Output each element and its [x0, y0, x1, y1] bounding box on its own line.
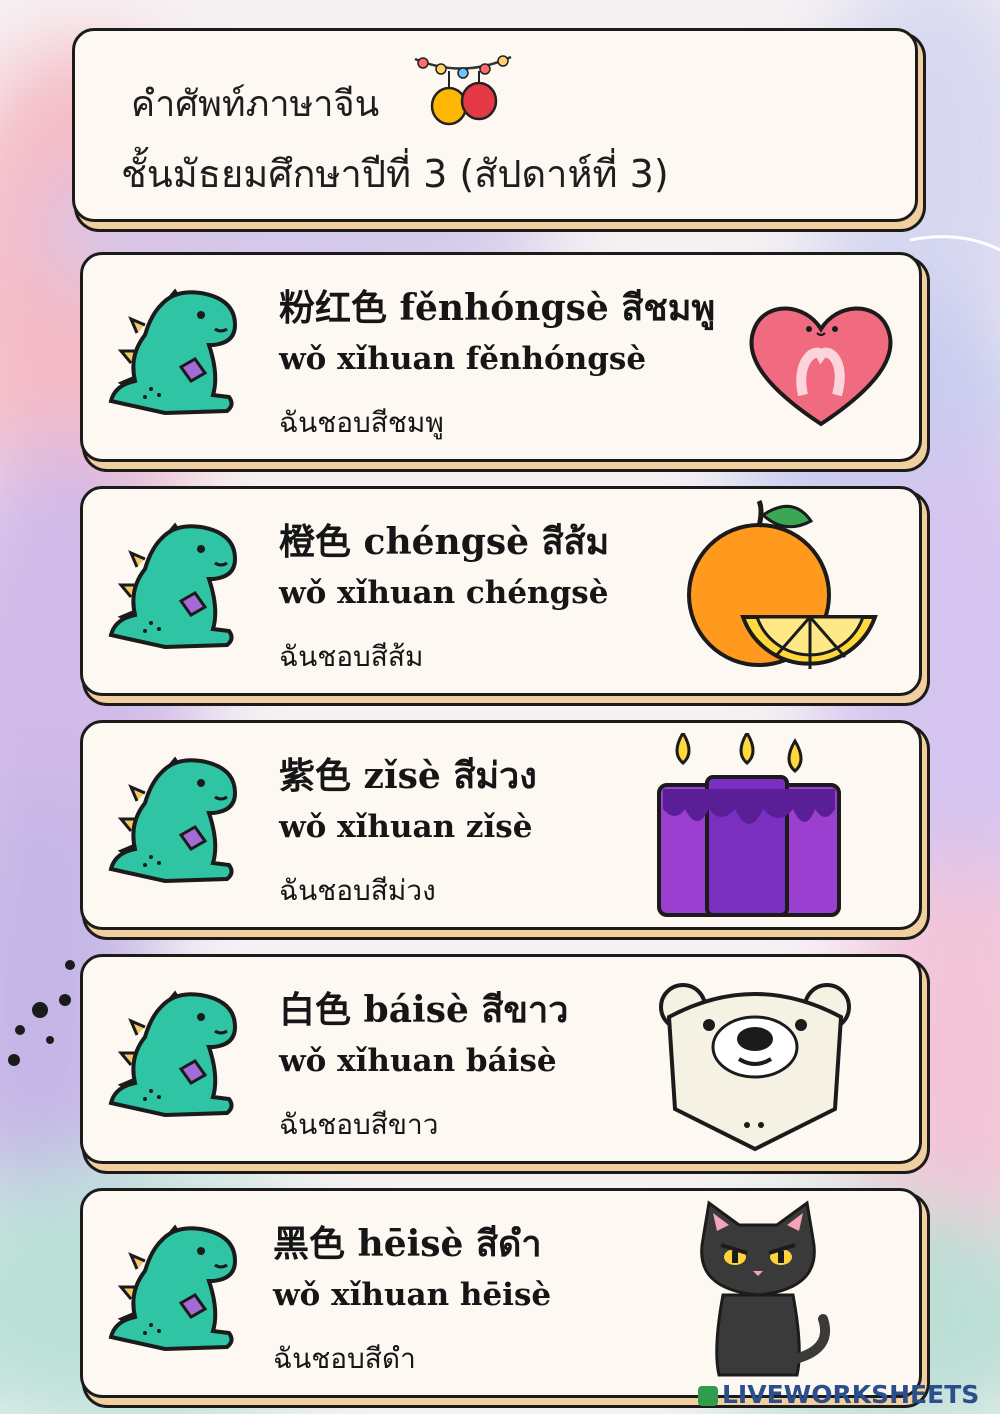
- word-card: 紫色 zǐsè สีม่วง wǒ xǐhuan zǐsè ฉันชอบสีม่…: [80, 720, 922, 930]
- sentence-thai: ฉันชอบสีชมพู: [279, 406, 444, 439]
- word-card: 黑色 hēisè สีดำ wǒ xǐhuan hēisè ฉันชอบสีดำ: [80, 1188, 922, 1398]
- logo-text: LIVEWORKSHEETS: [722, 1380, 980, 1409]
- word-chinese: 粉红色 fěnhóngsè สีชมพู: [279, 287, 716, 329]
- word-chinese: 橙色 chéngsè สีส้ม: [279, 521, 610, 563]
- purple-candles-icon: [657, 733, 841, 917]
- orange-fruit-icon: [687, 499, 878, 669]
- dinosaur-icon: [105, 285, 245, 420]
- black-cat-icon: [700, 1200, 830, 1377]
- liveworksheets-logo: LIVEWORKSHEETS: [698, 1380, 979, 1409]
- sentence-thai: ฉันชอบสีส้ม: [279, 640, 424, 673]
- dinosaur-icon: [105, 987, 245, 1122]
- dinosaur-icon: [105, 1221, 245, 1356]
- word-chinese: 黑色 hēisè สีดำ: [273, 1223, 542, 1265]
- sentence-pinyin: wǒ xǐhuan hēisè: [273, 1277, 552, 1313]
- word-chinese: 白色 báisè สีขาว: [279, 989, 569, 1031]
- sentence-pinyin: wǒ xǐhuan báisè: [279, 1043, 557, 1079]
- dinosaur-icon: [105, 753, 245, 888]
- sentence-thai: ฉันชอบสีม่วง: [279, 874, 436, 907]
- sentence-thai: ฉันชอบสีขาว: [279, 1108, 439, 1141]
- sentence-pinyin: wǒ xǐhuan fěnhóngsè: [279, 341, 647, 377]
- word-card: 粉红色 fěnhóngsè สีชมพู wǒ xǐhuan fěnhóngsè…: [80, 252, 922, 462]
- dinosaur-icon: [105, 519, 245, 654]
- pink-heart-ribbon-icon: [749, 306, 893, 427]
- word-chinese: 紫色 zǐsè สีม่วง: [279, 755, 537, 797]
- sentence-pinyin: wǒ xǐhuan zǐsè: [279, 809, 533, 845]
- sentence-thai: ฉันชอบสีดำ: [273, 1342, 416, 1375]
- word-card: 橙色 chéngsè สีส้ม wǒ xǐhuan chéngsè ฉันชอ…: [80, 486, 922, 696]
- page-subtitle: ชั้นมัธยมศึกษาปีที่ 3 (สัปดาห์ที่ 3): [121, 152, 669, 196]
- word-card: 白色 báisè สีขาว wǒ xǐhuan báisè ฉันชอบสีข…: [80, 954, 922, 1164]
- page-title: คำศัพท์ภาษาจีน: [131, 84, 380, 125]
- title-card: คำศัพท์ภาษาจีน ชั้นมัธยมศึกษาปีที่ 3 (สั…: [72, 28, 918, 222]
- sentence-pinyin: wǒ xǐhuan chéngsè: [279, 575, 609, 611]
- polar-bear-icon: [659, 983, 851, 1152]
- lantern-string-icon: [414, 55, 512, 126]
- logo-badge-icon: [698, 1386, 718, 1406]
